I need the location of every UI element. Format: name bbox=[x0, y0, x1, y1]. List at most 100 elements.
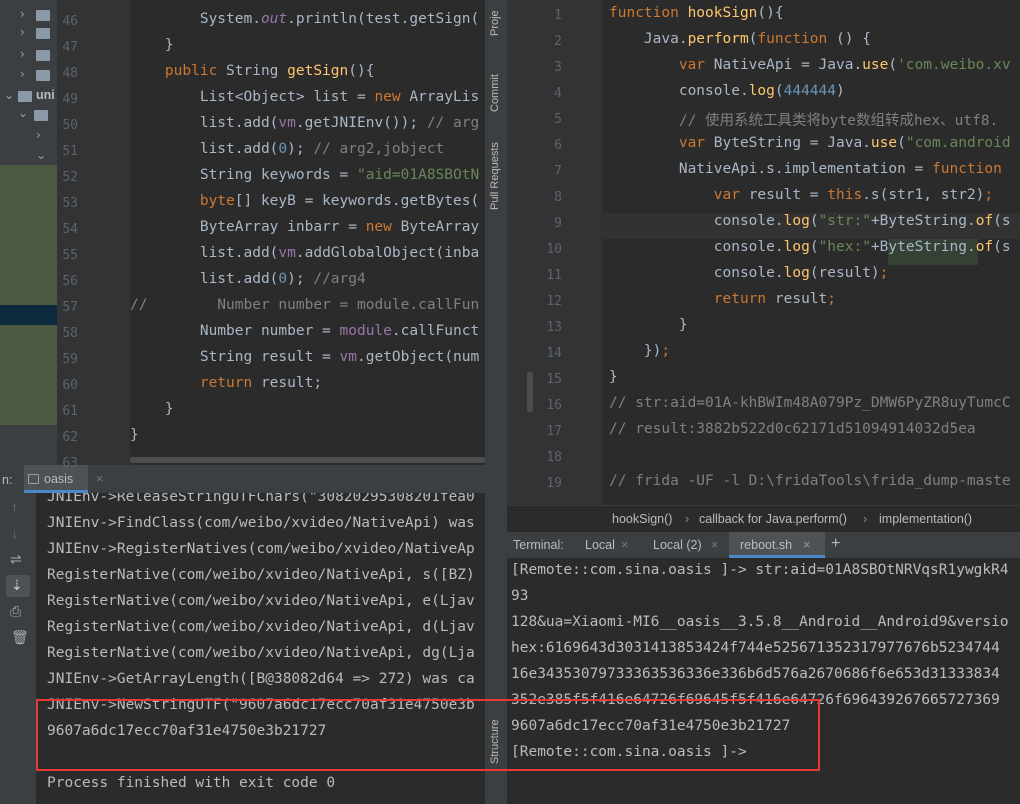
chevron-down-icon[interactable]: ⌄ bbox=[36, 148, 46, 162]
horizontal-scrollbar[interactable] bbox=[130, 457, 485, 463]
breadcrumb-separator: › bbox=[863, 512, 868, 526]
code-token: result = bbox=[748, 187, 828, 203]
code-token: ( bbox=[897, 135, 906, 151]
code-token: (){ bbox=[348, 63, 375, 79]
code-token: .getJNIEnv()); bbox=[295, 115, 427, 131]
code-token: NativeApi.s.implementation = bbox=[609, 161, 933, 177]
code-line: byte[] keyB = keywords.getBytes( bbox=[130, 193, 479, 209]
code-token: use bbox=[870, 135, 898, 151]
tab-local-2[interactable]: Local (2) bbox=[653, 538, 702, 552]
tree-selected-row[interactable] bbox=[0, 305, 57, 325]
code-token: +ByteString. bbox=[870, 239, 976, 255]
close-icon[interactable]: × bbox=[711, 538, 718, 552]
code-token: log bbox=[783, 213, 810, 229]
code-token: // str:aid=01A-khBWIm48A079Pz_DMW6PyZR8u… bbox=[609, 395, 1011, 411]
code-line: list.add(vm.getJNIEnv()); // arg bbox=[130, 115, 479, 131]
chevron-right-icon[interactable]: › bbox=[20, 7, 25, 21]
code-token: hookSign bbox=[687, 5, 758, 21]
console-line: JNIEnv->RegisterNatives(com/weibo/xvideo… bbox=[47, 541, 475, 557]
chevron-right-icon[interactable]: › bbox=[20, 67, 25, 81]
line-number: 59 bbox=[62, 352, 78, 367]
soft-wrap-icon[interactable]: ⇌ bbox=[10, 551, 22, 568]
code-token: [] keyB = keywords.getBytes( bbox=[234, 193, 480, 209]
print-icon[interactable]: ⎙ bbox=[10, 603, 21, 620]
line-number: 55 bbox=[62, 248, 78, 263]
line-number: 18 bbox=[546, 450, 562, 465]
console-line: Process finished with exit code 0 bbox=[47, 775, 336, 791]
code-token: var bbox=[713, 187, 749, 203]
code-token: result bbox=[260, 349, 314, 365]
code-token: System. bbox=[199, 11, 261, 27]
chevron-down-icon[interactable]: ⌄ bbox=[18, 106, 28, 120]
line-number: 6 bbox=[554, 138, 562, 153]
line-number: 2 bbox=[554, 34, 562, 49]
close-icon[interactable]: × bbox=[803, 538, 810, 552]
breadcrumb-item-implementation[interactable]: implementation() bbox=[879, 512, 972, 526]
run-toolbar: ↑ ↓ ⇌ ⇣ ⎙ 🗑 bbox=[0, 493, 36, 804]
tab-reboot-sh[interactable]: reboot.sh bbox=[740, 538, 792, 552]
project-tool-tab[interactable]: Proje bbox=[489, 10, 501, 36]
code-token: ; bbox=[984, 187, 994, 203]
code-token: list.add( bbox=[130, 141, 279, 157]
folder-icon bbox=[34, 110, 48, 121]
chevron-right-icon[interactable]: › bbox=[20, 25, 25, 39]
breadcrumb-item-hooksign[interactable]: hookSign() bbox=[612, 512, 672, 526]
code-token: return bbox=[199, 375, 261, 391]
code-token: log bbox=[783, 239, 810, 255]
chevron-right-icon[interactable]: › bbox=[36, 128, 41, 142]
code-token: NativeApi = Java. bbox=[713, 57, 863, 73]
code-token: .println(test.getSign( bbox=[287, 11, 480, 27]
code-line: function hookSign(){ bbox=[609, 5, 784, 21]
code-token: (s bbox=[993, 213, 1011, 229]
code-line: list.add(0); //arg4 bbox=[130, 271, 366, 287]
console-line: RegisterNative(com/weibo/xvideo/NativeAp… bbox=[47, 645, 475, 661]
chevron-right-icon[interactable]: › bbox=[20, 47, 25, 61]
code-token: of bbox=[975, 213, 994, 229]
console-line: JNIEnv->FindClass(com/weibo/xvideo/Nativ… bbox=[47, 515, 475, 531]
trash-icon[interactable]: 🗑 bbox=[11, 629, 29, 646]
code-line: // 使用系统工具类将byte数组转成hex、utf8. bbox=[609, 109, 998, 130]
code-token: }) bbox=[609, 343, 662, 359]
code-token: ( bbox=[809, 213, 819, 229]
code-token: result; bbox=[260, 375, 323, 391]
code-line: List<Object> list = new ArrayLis bbox=[130, 89, 479, 105]
code-line: return result; bbox=[130, 375, 322, 391]
code-line: ByteArray inbarr = new ByteArray bbox=[130, 219, 479, 235]
line-number: 11 bbox=[546, 268, 562, 283]
code-line: } bbox=[130, 427, 139, 443]
code-token: ByteArray bbox=[400, 219, 480, 235]
code-token: console. bbox=[609, 83, 749, 99]
tab-local[interactable]: Local bbox=[585, 538, 615, 552]
vertical-scrollbar[interactable] bbox=[527, 372, 533, 412]
terminal-tab-bar: Terminal: Local × Local (2) × reboot.sh … bbox=[507, 532, 1020, 558]
breadcrumb-item-callback[interactable]: callback for Java.perform() bbox=[699, 512, 847, 526]
chevron-down-icon[interactable]: ⌄ bbox=[4, 88, 14, 102]
close-icon[interactable]: × bbox=[621, 538, 628, 552]
code-line: // result:3882b522d0c62171d51094914032d5… bbox=[609, 421, 976, 437]
close-icon[interactable]: × bbox=[96, 472, 103, 486]
line-number: 63 bbox=[62, 456, 78, 471]
arrow-down-icon[interactable]: ↓ bbox=[11, 525, 18, 541]
code-token: Java. bbox=[609, 31, 688, 47]
console-line: hex:6169643d3031413853424f744e5256713523… bbox=[511, 640, 1000, 656]
add-tab-icon[interactable]: + bbox=[831, 535, 840, 553]
run-tab-label[interactable]: oasis bbox=[44, 472, 73, 486]
line-number: 9 bbox=[554, 216, 562, 231]
code-token: ( bbox=[888, 57, 898, 73]
commit-tool-tab[interactable]: Commit bbox=[489, 74, 501, 112]
code-token: = bbox=[313, 349, 340, 365]
code-line: return result; bbox=[609, 291, 836, 307]
pull-requests-tool-tab[interactable]: Pull Requests bbox=[489, 142, 501, 210]
code-token: // 使用系统工具类将byte数组转成hex、utf8. bbox=[678, 113, 999, 129]
code-line: var result = this.s(str1, str2); bbox=[609, 187, 993, 203]
project-tree: › › › › ⌄ uni ⌄ › ⌄ bbox=[0, 0, 57, 465]
scroll-to-end-icon[interactable]: ⇣ bbox=[11, 577, 23, 594]
line-number: 16 bbox=[546, 398, 562, 413]
folder-icon bbox=[36, 70, 50, 81]
arrow-up-icon[interactable]: ↑ bbox=[11, 499, 18, 515]
code-token: log bbox=[748, 83, 775, 99]
code-token: ByteArray inbarr = bbox=[130, 219, 366, 235]
terminal-label: Terminal: bbox=[513, 538, 564, 552]
code-line: NativeApi.s.implementation = function bbox=[609, 161, 1011, 177]
